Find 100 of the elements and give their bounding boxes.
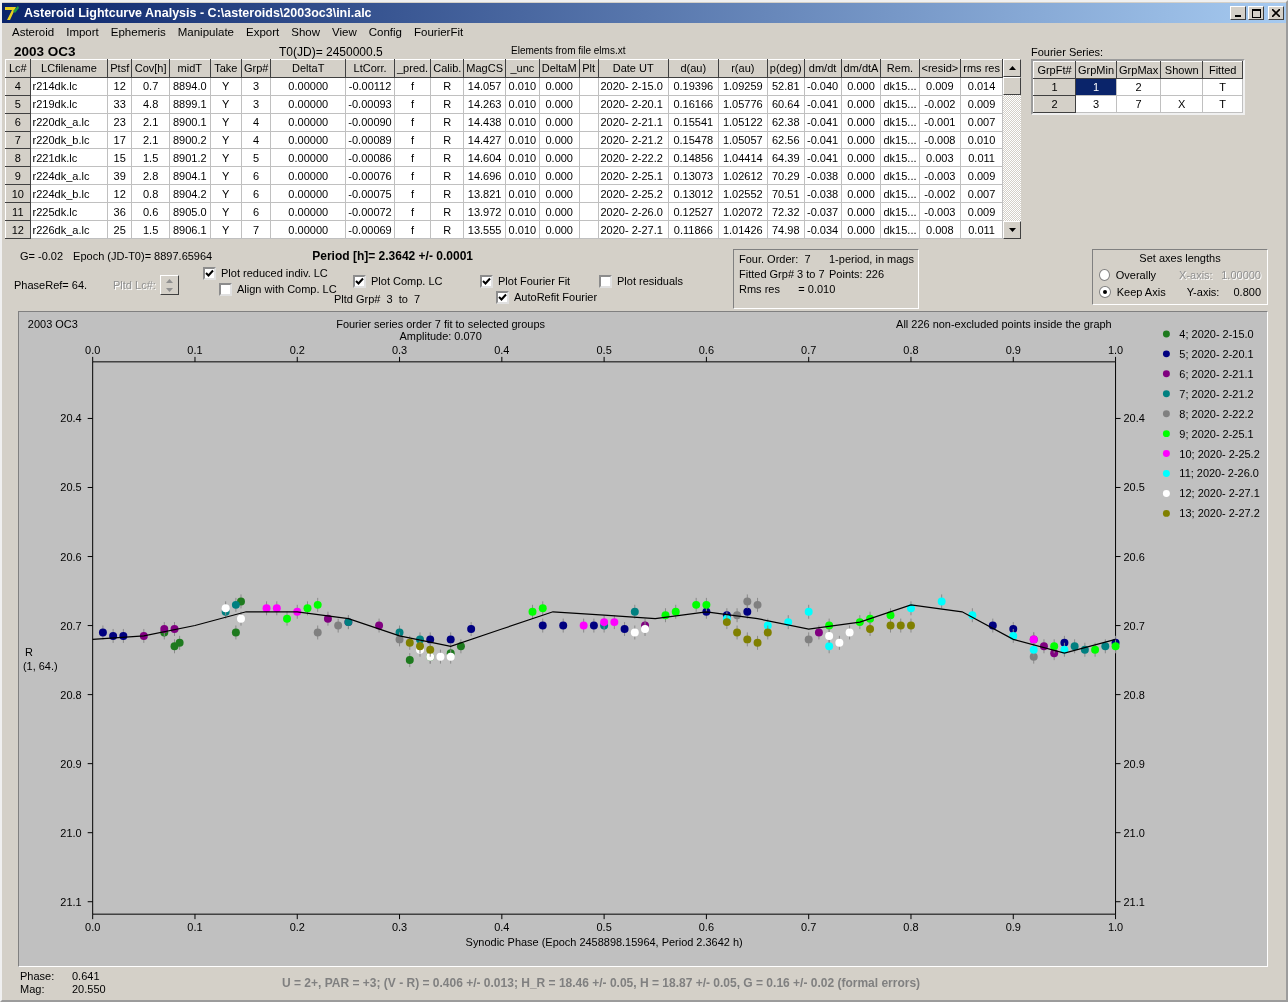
radio-label: Overally	[1115, 268, 1158, 281]
tick-label: 0.0	[85, 343, 101, 356]
table-cell: dk15...	[880, 202, 919, 221]
table-cell: 14.696	[463, 166, 506, 185]
table-cell: 0.000	[539, 148, 580, 167]
table-cell: -0.00093	[345, 95, 395, 114]
table-cell: 0.000	[539, 77, 580, 96]
table-cell: 0.010	[505, 131, 540, 149]
tick-label: 0.1	[187, 343, 203, 356]
table-cell: r225dk.lc	[30, 202, 108, 221]
checkbox-label: Plot residuals	[617, 275, 684, 287]
table-cell: 0.000	[841, 113, 881, 132]
table-cell: 0.014	[960, 77, 1003, 96]
table-cell: dk15...	[880, 184, 919, 203]
checkbox-label: Plot reduced indiv. LC	[221, 267, 328, 279]
table-cell: 4	[241, 113, 271, 132]
table-cell: 14.263	[463, 95, 506, 114]
table-cell: 0.010	[505, 220, 540, 239]
table-cell: 8906.1	[169, 220, 211, 239]
axes-panel-title: Set axes lengths	[1138, 252, 1222, 266]
table-cell: 13.972	[463, 202, 506, 221]
table-cell: R	[430, 184, 464, 203]
table-cell: 7	[241, 220, 271, 239]
table-cell: 1.04414	[718, 148, 768, 167]
table-cell: 0.000	[539, 131, 580, 149]
table-cell: 70.51	[767, 184, 805, 203]
table-cell: 25	[107, 220, 132, 239]
table-cell: 0.00000	[270, 166, 346, 185]
table-cell: r220dk_a.lc	[30, 113, 108, 132]
checkbox-label: Plot Comp. LC	[371, 275, 443, 287]
table-cell: R	[430, 113, 464, 132]
table-cell: 8901.2	[169, 148, 211, 167]
tick-label: 0.0	[85, 921, 101, 934]
tick-label: 1.0	[1107, 343, 1124, 356]
table-cell: 0.009	[919, 77, 961, 96]
table-cell: 0.008	[919, 220, 961, 239]
table-cell: Y	[210, 166, 242, 185]
table-cell: 2020- 2-20.1	[598, 95, 669, 114]
table-cell: 14.057	[463, 77, 506, 96]
table-cell: 2.8	[131, 166, 170, 185]
table-cell: f	[394, 77, 431, 96]
table-cell: 0.15478	[668, 131, 719, 149]
table-cell: Y	[210, 95, 242, 114]
table-cell: 8904.2	[169, 184, 211, 203]
table-cell: 0.000	[841, 131, 881, 149]
table-cell: f	[394, 113, 431, 132]
table-cell: 1.02612	[718, 166, 768, 185]
table-cell: 0.000	[841, 148, 881, 167]
table-cell: 1.05122	[718, 113, 768, 132]
table-cell: -0.00076	[345, 166, 395, 185]
table-cell: 1.02552	[718, 184, 768, 203]
table-cell: Y	[210, 202, 242, 221]
tick-label: 21.0	[60, 826, 82, 839]
table-cell: -0.038	[804, 184, 841, 203]
tick-label: 0.9	[1005, 921, 1021, 934]
table-cell: R	[430, 131, 464, 149]
table-cell: -0.00069	[345, 220, 395, 239]
table-cell: 6	[241, 166, 271, 185]
table-cell: 12	[107, 184, 132, 203]
table-cell: Y	[210, 184, 242, 203]
table-cell: 1.05776	[718, 95, 768, 114]
table-cell: 0.000	[539, 95, 580, 114]
table-cell: 0.000	[539, 113, 580, 132]
tick-label: 0.6	[698, 921, 714, 934]
table-cell: 72.32	[767, 202, 805, 221]
table-cell: 3	[241, 77, 271, 96]
fourier-label: Fourier Series:	[1031, 45, 1105, 59]
table-cell: 2020- 2-21.2	[598, 131, 669, 149]
legend-label: 10; 2020- 2-25.2	[1179, 447, 1260, 460]
table-cell: r214dk.lc	[30, 77, 108, 96]
table-cell: 0.010	[505, 77, 540, 96]
fit-summary-text: Rms res = 0.010	[739, 283, 837, 295]
elements-label: Elements from file elms.xt	[511, 45, 626, 58]
table-cell: -0.00089	[345, 131, 395, 149]
table-cell: 0.000	[539, 166, 580, 185]
checkbox-label: Plot Fourier Fit	[498, 275, 571, 287]
table-cell: -0.008	[919, 131, 961, 149]
table-cell: 5	[241, 148, 271, 167]
table-cell: 0.00000	[270, 202, 346, 221]
table-cell: 14.427	[463, 131, 506, 149]
table-cell: 0.009	[960, 95, 1003, 114]
table-cell: 4	[241, 131, 271, 149]
table-cell: 0.13073	[668, 166, 719, 185]
tick-label: 20.5	[60, 481, 82, 494]
g-value: G= -0.02	[20, 250, 64, 262]
tick-label: 0.5	[596, 921, 612, 934]
pltd-lc-label: Pltd Lc#:	[113, 279, 156, 291]
table-cell: -0.00072	[345, 202, 395, 221]
table-cell: 39	[107, 166, 132, 185]
tick-label: 0.4	[494, 343, 510, 356]
table-cell: 2020- 2-26.0	[598, 202, 669, 221]
tick-label: 0.3	[391, 921, 408, 934]
table-cell: 6	[241, 184, 271, 203]
table-cell: f	[394, 202, 431, 221]
legend-label: 11; 2020- 2-26.0	[1179, 467, 1259, 480]
tick-label: 0.4	[494, 921, 510, 934]
legend-label: 9; 2020- 2-25.1	[1179, 427, 1254, 440]
table-cell: 0.00000	[270, 184, 346, 203]
tick-label: 20.7	[60, 619, 82, 632]
table-cell: dk15...	[880, 95, 919, 114]
